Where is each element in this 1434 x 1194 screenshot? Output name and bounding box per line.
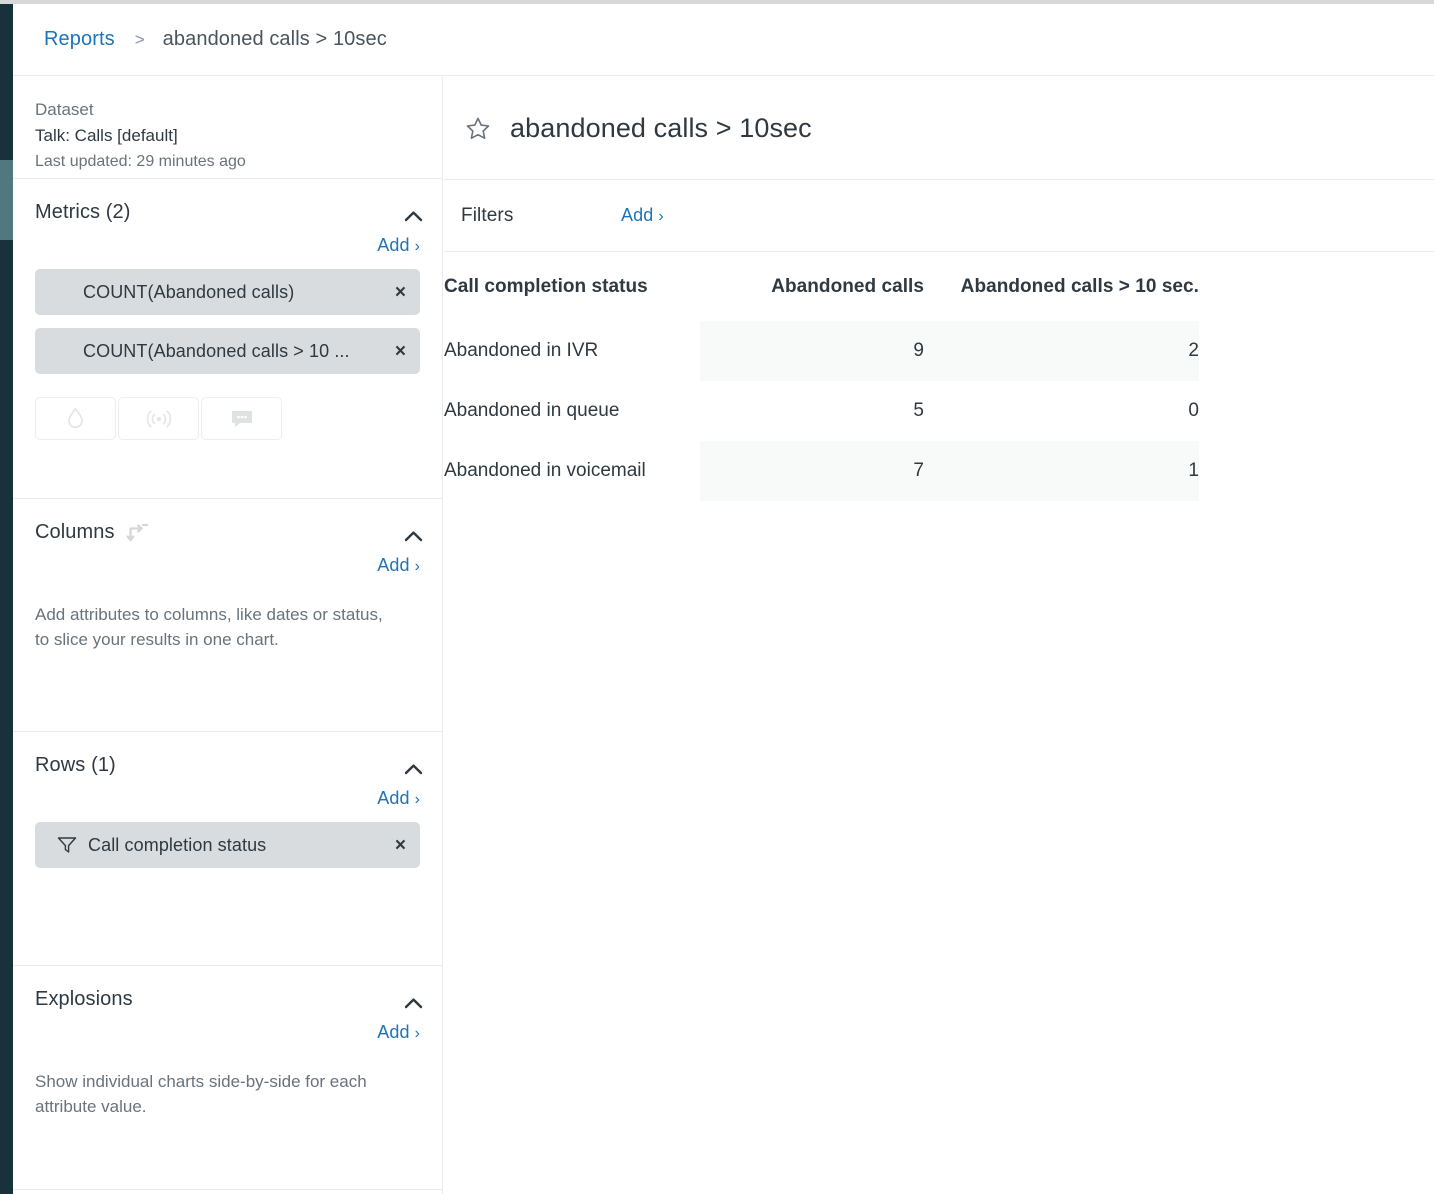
chevron-right-icon: › — [414, 238, 420, 255]
cell-abandoned-calls: 5 — [913, 400, 924, 421]
explosions-add-link[interactable]: Add › — [377, 1022, 420, 1043]
filters-bar: Filters Add › — [444, 180, 1434, 252]
cell-status: Abandoned in voicemail — [444, 460, 646, 481]
chevron-up-icon[interactable] — [398, 203, 428, 229]
section-rows: Rows (1) Add › Call completion status × — [13, 732, 442, 966]
section-metrics-title: Metrics (2) — [35, 201, 131, 223]
metric-chip[interactable]: COUNT(Abandoned calls) × — [35, 269, 420, 315]
columns-description: Add attributes to columns, like dates or… — [35, 605, 383, 649]
global-nav-rail — [0, 4, 13, 1194]
filters-add-label: Add — [621, 205, 654, 225]
breadcrumb-current: abandoned calls > 10sec — [162, 28, 387, 50]
cell-abandoned-calls: 7 — [700, 441, 924, 501]
dataset-name: Talk: Calls [default] — [35, 126, 178, 145]
rows-add-label: Add — [377, 788, 410, 808]
section-explosions-title: Explosions — [35, 988, 133, 1010]
filters-add-link[interactable]: Add › — [621, 205, 664, 226]
breadcrumb: Reports > abandoned calls > 10sec — [13, 4, 1434, 76]
table-body: Abandoned in IVR 9 2 Abandoned in queue … — [444, 321, 1199, 501]
report-table-wrapper: Call completion status Abandoned calls A… — [444, 252, 1434, 501]
metric-chip-label: COUNT(Abandoned calls) — [83, 281, 295, 302]
chevron-right-icon: › — [414, 1025, 420, 1042]
report-builder-app: Reports > abandoned calls > 10sec Datase… — [0, 0, 1434, 1194]
cell-status: Abandoned in IVR — [444, 340, 599, 361]
chevron-up-icon[interactable] — [398, 523, 428, 549]
section-rows-header: Rows (1) — [35, 732, 420, 777]
comment-icon[interactable] — [201, 397, 282, 440]
remove-metric-icon[interactable]: × — [387, 283, 406, 302]
cell-abandoned-calls-gt-10sec: 2 — [924, 321, 1199, 381]
remove-row-attribute-icon[interactable]: × — [387, 836, 406, 855]
report-table: Call completion status Abandoned calls A… — [444, 252, 1199, 501]
explosions-description: Show individual charts side-by-side for … — [35, 1072, 367, 1116]
columns-add-link[interactable]: Add › — [377, 555, 420, 576]
cell-abandoned-calls: 9 — [700, 321, 924, 381]
breadcrumb-separator: > — [134, 29, 145, 49]
table-row: Abandoned in queue 5 0 — [444, 381, 1199, 441]
broadcast-icon[interactable] — [118, 397, 199, 440]
table-row: Abandoned in voicemail 7 1 — [444, 441, 1199, 501]
column-header-abandoned-calls[interactable]: Abandoned calls — [700, 252, 924, 321]
report-content: abandoned calls > 10sec Filters Add › Cal… — [444, 77, 1434, 1194]
section-columns-header: Columns — [35, 499, 420, 544]
dataset-label: Dataset — [35, 100, 94, 119]
swap-arrows-icon[interactable] — [126, 522, 149, 544]
column-header-abandoned-calls-gt-10sec[interactable]: Abandoned calls > 10 sec. — [924, 252, 1199, 321]
explosions-add-label: Add — [377, 1022, 410, 1042]
metrics-add-link[interactable]: Add › — [377, 235, 420, 256]
report-header: abandoned calls > 10sec — [444, 77, 1434, 180]
chevron-up-icon[interactable] — [398, 756, 428, 782]
section-columns-title: Columns — [35, 521, 115, 543]
rows-add-link[interactable]: Add › — [377, 788, 420, 809]
section-rows-title: Rows (1) — [35, 754, 116, 776]
metrics-add-label: Add — [377, 235, 410, 255]
metric-chip[interactable]: COUNT(Abandoned calls > 10 ... × — [35, 328, 420, 374]
chevron-right-icon: › — [658, 208, 664, 225]
dataset-last-updated: Last updated: 29 minutes ago — [35, 153, 246, 170]
star-outline-icon[interactable] — [461, 111, 495, 145]
row-attribute-label: Call completion status — [88, 834, 267, 855]
rows-add-row: Add › — [35, 788, 420, 809]
row-attribute-chip[interactable]: Call completion status × — [35, 822, 420, 868]
table-row: Abandoned in IVR 9 2 — [444, 321, 1199, 381]
column-header-status[interactable]: Call completion status — [444, 252, 700, 321]
section-metrics: Metrics (2) Add › COUNT(Abandoned calls) … — [13, 179, 442, 499]
chevron-right-icon: › — [414, 558, 420, 575]
chevron-right-icon: › — [414, 791, 420, 808]
cell-abandoned-calls-gt-10sec: 0 — [1188, 400, 1199, 421]
explosions-add-row: Add › — [35, 1022, 420, 1043]
metrics-add-row: Add › — [35, 235, 420, 256]
table-header-row: Call completion status Abandoned calls A… — [444, 252, 1199, 321]
metric-chip-label: COUNT(Abandoned calls > 10 ... — [83, 340, 350, 361]
dataset-block[interactable]: Dataset Talk: Calls [default] Last updat… — [13, 77, 442, 179]
table-header: Call completion status Abandoned calls A… — [444, 252, 1199, 321]
columns-add-label: Add — [377, 555, 410, 575]
filter-icon — [57, 836, 77, 854]
report-builder-sidebar: Dataset Talk: Calls [default] Last updat… — [13, 77, 443, 1194]
droplet-icon[interactable] — [35, 397, 116, 440]
nav-rail-scroll-thumb[interactable] — [0, 160, 13, 240]
filters-label: Filters — [461, 204, 514, 226]
metric-tool-buttons — [35, 397, 420, 466]
page-title: abandoned calls > 10sec — [510, 112, 812, 143]
remove-metric-icon[interactable]: × — [387, 342, 406, 361]
section-metrics-header: Metrics (2) — [35, 179, 420, 224]
section-explosions: Explosions Add › Show individual charts s… — [13, 966, 442, 1190]
breadcrumb-link-reports[interactable]: Reports — [44, 28, 115, 51]
cell-abandoned-calls-gt-10sec: 1 — [924, 441, 1199, 501]
chevron-up-icon[interactable] — [398, 990, 428, 1016]
section-columns: Columns Add › Add attributes to columns, … — [13, 499, 442, 732]
cell-status: Abandoned in queue — [444, 400, 620, 421]
columns-add-row: Add › — [35, 555, 420, 576]
section-explosions-header: Explosions — [35, 966, 420, 1011]
